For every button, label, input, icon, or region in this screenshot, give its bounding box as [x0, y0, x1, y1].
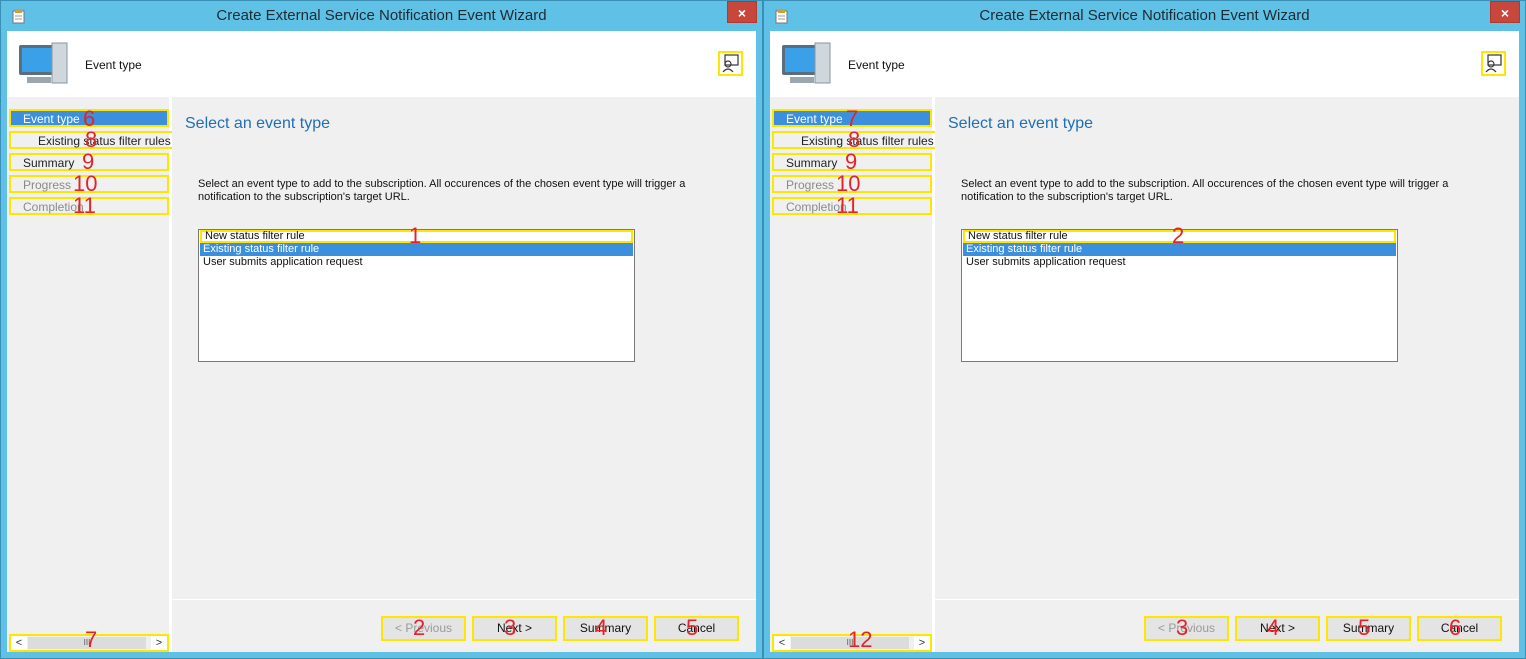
- nav-label: Progress: [786, 178, 835, 192]
- nav-label: Event type: [786, 112, 843, 126]
- scroll-left-arrow[interactable]: <: [11, 636, 27, 650]
- nav-label: Summary: [786, 156, 838, 170]
- help-icon[interactable]: [718, 51, 743, 76]
- nav-horizontal-scrollbar[interactable]: < III >: [9, 634, 169, 652]
- list-item-existing-status-filter-rule[interactable]: Existing status filter rule: [200, 243, 633, 256]
- page-title: Select an event type: [185, 115, 330, 132]
- nav-step-event-type[interactable]: Event type: [9, 109, 169, 127]
- list-item-user-submits-application-request[interactable]: User submits application request: [200, 256, 633, 269]
- wizard-header: Event type: [770, 31, 1519, 97]
- title-bar: Create External Service Notification Eve…: [1, 1, 762, 31]
- title-bar: Create External Service Notification Eve…: [764, 1, 1525, 31]
- wizard-window-right: Create External Service Notification Eve…: [763, 0, 1526, 659]
- nav-step-summary[interactable]: Summary: [9, 153, 169, 171]
- scroll-thumb[interactable]: III: [791, 637, 909, 649]
- computer-icon: [19, 42, 68, 84]
- next-button[interactable]: Next >: [1235, 616, 1320, 641]
- nav-label: Summary: [23, 156, 75, 170]
- wizard-header: Event type: [7, 31, 756, 97]
- nav-step-existing-status-filter-rules[interactable]: Existing status filter rules: [9, 131, 181, 149]
- nav-step-existing-status-filter-rules[interactable]: Existing status filter rules: [772, 131, 944, 149]
- close-button[interactable]: ×: [727, 1, 757, 23]
- previous-button[interactable]: < Previous: [381, 616, 466, 641]
- nav-step-summary[interactable]: Summary: [772, 153, 932, 171]
- window-title: Create External Service Notification Eve…: [216, 7, 547, 24]
- wizard-client-area: Event type Event type Existing status fi…: [7, 31, 756, 652]
- wizard-main-panel: Select an event type Select an event typ…: [935, 97, 1519, 652]
- help-icon[interactable]: [1481, 51, 1506, 76]
- list-item-new-status-filter-rule[interactable]: New status filter rule: [963, 230, 1396, 243]
- next-button[interactable]: Next >: [472, 616, 557, 641]
- event-type-listbox[interactable]: New status filter rule Existing status f…: [961, 229, 1398, 362]
- nav-label: Existing status filter rules: [38, 134, 171, 148]
- cancel-button[interactable]: Cancel: [654, 616, 739, 641]
- wizard-window-left: Create External Service Notification Eve…: [0, 0, 763, 659]
- previous-button[interactable]: < Previous: [1144, 616, 1229, 641]
- page-description: Select an event type to add to the subsc…: [961, 178, 1449, 203]
- page-description: Select an event type to add to the subsc…: [198, 178, 686, 203]
- event-type-listbox[interactable]: New status filter rule Existing status f…: [198, 229, 635, 362]
- nav-step-progress[interactable]: Progress: [772, 175, 932, 193]
- list-item-new-status-filter-rule[interactable]: New status filter rule: [200, 230, 633, 243]
- close-button[interactable]: ×: [1490, 1, 1520, 23]
- scroll-left-arrow[interactable]: <: [774, 636, 790, 650]
- wizard-steps-nav: Event type Existing status filter rules …: [770, 97, 944, 652]
- scroll-right-arrow[interactable]: >: [151, 636, 167, 650]
- list-item-user-submits-application-request[interactable]: User submits application request: [963, 256, 1396, 269]
- summary-button[interactable]: Summary: [1326, 616, 1411, 641]
- nav-label: Existing status filter rules: [801, 134, 934, 148]
- summary-button[interactable]: Summary: [563, 616, 648, 641]
- nav-step-completion[interactable]: Completion: [9, 197, 169, 215]
- cancel-button[interactable]: Cancel: [1417, 616, 1502, 641]
- nav-step-completion[interactable]: Completion: [772, 197, 932, 215]
- list-item-existing-status-filter-rule[interactable]: Existing status filter rule: [963, 243, 1396, 256]
- nav-label: Event type: [23, 112, 80, 126]
- page-title: Select an event type: [948, 115, 1093, 132]
- footer-divider: [172, 599, 756, 600]
- header-title: Event type: [85, 58, 142, 72]
- header-title: Event type: [848, 58, 905, 72]
- wizard-steps-nav: Event type Existing status filter rules …: [7, 97, 181, 652]
- computer-icon: [782, 42, 831, 84]
- nav-label: Completion: [786, 200, 847, 214]
- window-title: Create External Service Notification Eve…: [979, 7, 1310, 24]
- scroll-thumb[interactable]: III: [28, 637, 146, 649]
- nav-step-event-type[interactable]: Event type: [772, 109, 932, 127]
- nav-horizontal-scrollbar[interactable]: < III >: [772, 634, 932, 652]
- footer-divider: [935, 599, 1519, 600]
- nav-step-progress[interactable]: Progress: [9, 175, 169, 193]
- nav-label: Completion: [23, 200, 84, 214]
- nav-label: Progress: [23, 178, 72, 192]
- wizard-client-area: Event type Event type Existing status fi…: [770, 31, 1519, 652]
- wizard-main-panel: Select an event type Select an event typ…: [172, 97, 756, 652]
- scroll-right-arrow[interactable]: >: [914, 636, 930, 650]
